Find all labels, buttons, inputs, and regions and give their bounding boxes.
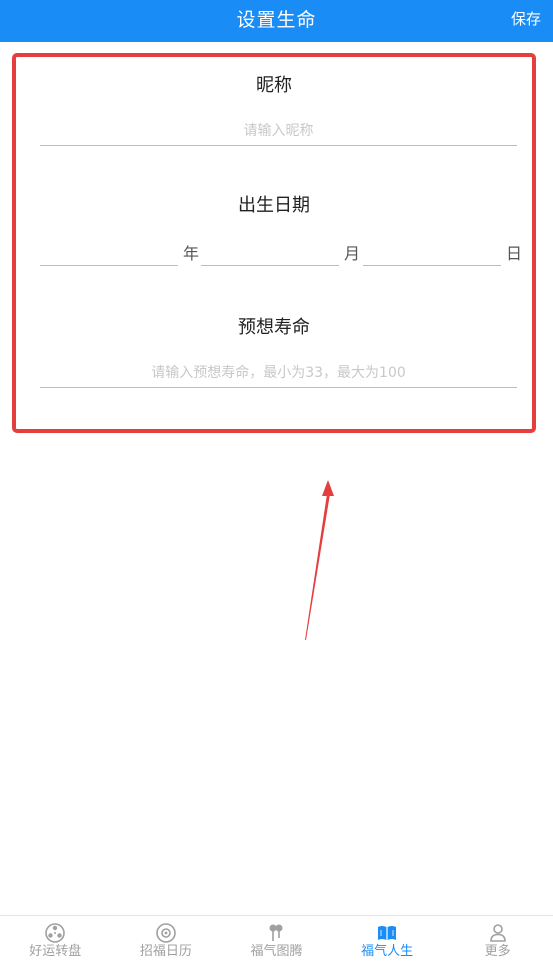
tab-label: 好运转盘 [29,944,82,959]
birth-month-input[interactable] [201,239,339,266]
person-icon [489,924,506,942]
tab-fortune-calendar[interactable]: 招福日历 [111,916,222,963]
birth-date-label: 出生日期 [238,195,310,216]
book-icon [378,926,397,940]
top-bar: 设置生命 保存 [0,0,553,42]
life-settings-form: 昵称 出生日期 年 月 日 预想寿命 [12,53,536,433]
bottom-tab-bar: 好运转盘 招福日历 福气图腾 福气人生 更多 [0,915,553,963]
lifespan-label: 预想寿命 [238,317,310,338]
nickname-input[interactable] [40,117,517,146]
tab-label: 招福日历 [139,944,192,959]
save-button[interactable]: 保存 [511,0,541,38]
tab-more[interactable]: 更多 [442,916,553,963]
calendar-icon [156,923,176,943]
year-unit-label: 年 [183,244,200,263]
day-unit-label: 日 [506,244,523,263]
app-screen: 设置生命 保存 昵称 出生日期 年 月 日 预想寿命 好运转盘 [0,0,553,963]
tab-label: 福气人生 [361,944,414,959]
arrow-head [322,480,334,496]
wheel-icon [45,923,66,943]
totem-icon [269,924,283,941]
month-unit-label: 月 [344,244,361,263]
tab-label: 更多 [484,944,511,959]
birth-day-input[interactable] [363,239,501,266]
tab-label: 福气图腾 [250,944,303,959]
nickname-label: 昵称 [256,75,292,96]
page-title: 设置生命 [236,9,317,31]
lifespan-input[interactable] [40,359,517,388]
birth-year-input[interactable] [40,239,178,266]
tab-lucky-wheel[interactable]: 好运转盘 [0,916,111,963]
arrow-shaft [305,494,330,640]
tab-fortune-life[interactable]: 福气人生 [332,916,443,963]
tab-fortune-totem[interactable]: 福气图腾 [221,916,332,963]
